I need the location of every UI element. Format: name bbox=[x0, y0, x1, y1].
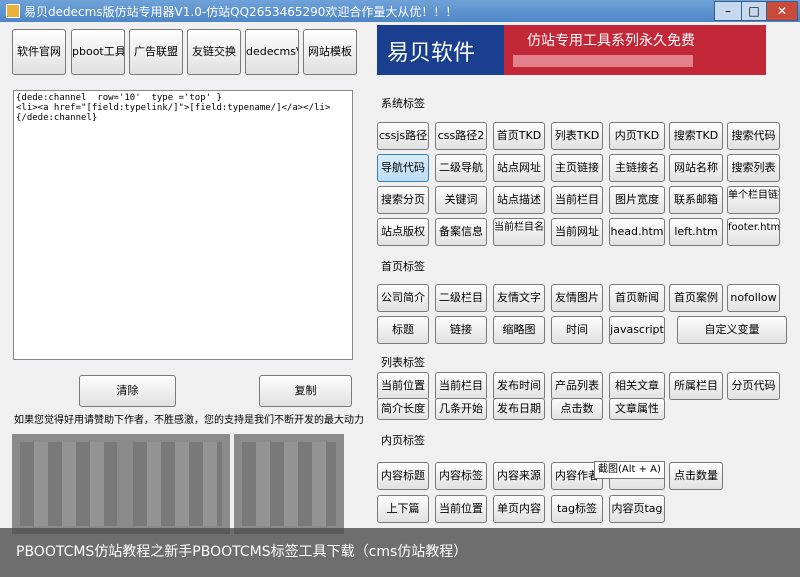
close-button[interactable]: ✕ bbox=[766, 1, 798, 21]
tag-button[interactable]: 搜索TKD bbox=[669, 122, 723, 150]
qr-code-image bbox=[125, 434, 230, 534]
tag-button[interactable]: 二级栏目 bbox=[435, 284, 487, 312]
site-template-button[interactable]: 网站模板 bbox=[303, 29, 357, 75]
tag-button[interactable]: 列表TKD bbox=[551, 122, 603, 150]
qr-code-image bbox=[234, 434, 344, 534]
tag-button[interactable]: 导航代码 bbox=[377, 154, 429, 182]
tag-button[interactable]: 内容标题 bbox=[377, 462, 429, 490]
tag-button[interactable]: nofollow bbox=[727, 284, 780, 312]
tag-button[interactable]: 搜索分页 bbox=[377, 186, 429, 214]
screenshot-tooltip: 截图(Alt + A) bbox=[594, 461, 665, 479]
tag-button[interactable]: 当前栏目名 bbox=[493, 218, 545, 246]
tag-button[interactable]: footer.htm bbox=[727, 218, 780, 246]
tag-button[interactable]: 公司简介 bbox=[377, 284, 429, 312]
tag-button[interactable]: 首页TKD bbox=[493, 122, 545, 150]
tag-button[interactable]: 点击数 bbox=[551, 398, 603, 420]
tag-button[interactable]: tag标签 bbox=[551, 495, 603, 523]
qr-code-image bbox=[12, 434, 125, 534]
ad-alliance-button[interactable]: 广告联盟 bbox=[129, 29, 183, 75]
tag-button[interactable]: 内容标签 bbox=[435, 462, 487, 490]
tag-button[interactable]: 缩略图 bbox=[493, 316, 545, 344]
tag-button[interactable]: 时间 bbox=[551, 316, 603, 344]
tag-button[interactable]: 当前位置 bbox=[377, 372, 429, 400]
tag-button[interactable]: 内容来源 bbox=[493, 462, 545, 490]
tag-button[interactable]: 简介长度 bbox=[377, 398, 429, 420]
custom-variable-button[interactable]: 自定义变量 bbox=[677, 316, 787, 344]
tag-button[interactable]: 网站名称 bbox=[669, 154, 723, 182]
dedecms-v6-button[interactable]: dedecmsV6 bbox=[245, 29, 299, 75]
tag-button[interactable]: cssjs路径 bbox=[377, 122, 429, 150]
section-label-system: 系统标签 bbox=[381, 97, 425, 110]
tag-button[interactable]: head.htm bbox=[609, 218, 665, 246]
tag-button[interactable]: 站点版权 bbox=[377, 218, 429, 246]
banner: 易贝软件 仿站专用工具系列永久免费 bbox=[377, 25, 766, 75]
window-title: 易贝dedecms版仿站专用器V1.0-仿站QQ2653465290欢迎合作量大… bbox=[24, 5, 458, 19]
official-site-button[interactable]: 软件官网 bbox=[12, 29, 66, 75]
tag-button[interactable]: 主链接名 bbox=[609, 154, 665, 182]
tag-button[interactable]: 链接 bbox=[435, 316, 487, 344]
banner-blurred-text bbox=[513, 55, 693, 67]
tag-button[interactable]: javascript bbox=[609, 316, 665, 344]
title-bar: 易贝dedecms版仿站专用器V1.0-仿站QQ2653465290欢迎合作量大… bbox=[0, 0, 800, 22]
code-output-textarea[interactable]: {dede:channel row='10' type ='top' } <li… bbox=[13, 90, 353, 360]
caption-overlay: PBOOTCMS仿站教程之新手PBOOTCMS标签工具下载（cms仿站教程） bbox=[0, 528, 800, 577]
tag-button[interactable]: 首页新闻 bbox=[609, 284, 665, 312]
section-label-home: 首页标签 bbox=[381, 260, 425, 273]
tag-button[interactable]: 二级导航 bbox=[435, 154, 487, 182]
tag-button[interactable]: 站点描述 bbox=[493, 186, 545, 214]
tag-button[interactable]: 文章属性 bbox=[609, 398, 665, 420]
tag-button[interactable]: 发布时间 bbox=[493, 372, 545, 400]
tag-button[interactable]: 友情图片 bbox=[551, 284, 603, 312]
tag-button[interactable]: 点击数量 bbox=[669, 462, 723, 490]
tag-button[interactable]: 友情文字 bbox=[493, 284, 545, 312]
tag-button[interactable]: 当前位置 bbox=[435, 495, 487, 523]
tag-button[interactable]: 几条开始 bbox=[435, 398, 487, 420]
tag-button[interactable]: 相关文章 bbox=[609, 372, 665, 400]
tag-button[interactable]: 上下篇 bbox=[377, 495, 429, 523]
tag-button[interactable]: left.htm bbox=[669, 218, 723, 246]
tag-button[interactable]: 当前网址 bbox=[551, 218, 603, 246]
app-icon bbox=[6, 4, 20, 18]
tag-button[interactable]: 发布日期 bbox=[493, 398, 545, 420]
tag-button[interactable]: 主页链接 bbox=[551, 154, 603, 182]
tag-button[interactable]: 内容页tag bbox=[609, 495, 665, 523]
minimize-button[interactable]: – bbox=[714, 1, 742, 21]
tag-button[interactable]: 单个栏目链接替换 bbox=[727, 186, 780, 214]
tag-button[interactable]: 产品列表 bbox=[551, 372, 603, 400]
maximize-button[interactable]: □ bbox=[741, 1, 767, 21]
banner-slogan: 仿站专用工具系列永久免费 bbox=[527, 33, 695, 49]
main-window: 软件官网 pboot工具 广告联盟 友链交换 dedecmsV6 网站模板 易贝… bbox=[0, 22, 800, 577]
tag-button[interactable]: 当前栏目 bbox=[551, 186, 603, 214]
section-label-list: 列表标签 bbox=[381, 356, 425, 369]
tag-button[interactable]: 标题 bbox=[377, 316, 429, 344]
tag-button[interactable]: 备案信息 bbox=[435, 218, 487, 246]
pboot-tool-button[interactable]: pboot工具 bbox=[71, 29, 125, 75]
tag-button[interactable]: 首页案例 bbox=[669, 284, 723, 312]
tag-button[interactable]: 当前栏目 bbox=[435, 372, 487, 400]
tag-button[interactable]: 搜索列表 bbox=[727, 154, 780, 182]
brand-logo: 易贝软件 bbox=[387, 41, 476, 66]
tag-button[interactable]: 站点网址 bbox=[493, 154, 545, 182]
link-exchange-button[interactable]: 友链交换 bbox=[187, 29, 241, 75]
sponsor-message: 如果您觉得好用请赞助下作者，不胜感激，您的支持是我们不断开发的最大动力 bbox=[14, 415, 364, 426]
tag-button[interactable]: css路径2 bbox=[435, 122, 487, 150]
tag-button[interactable]: 内页TKD bbox=[609, 122, 665, 150]
tag-button[interactable]: 分页代码 bbox=[727, 372, 780, 400]
tag-button[interactable]: 所属栏目 bbox=[669, 372, 723, 400]
tag-button[interactable]: 关键词 bbox=[435, 186, 487, 214]
section-label-content: 内页标签 bbox=[381, 434, 425, 447]
tag-button[interactable]: 联系邮箱 bbox=[669, 186, 723, 214]
tag-button[interactable]: 单页内容 bbox=[493, 495, 545, 523]
tag-button[interactable]: 搜索代码 bbox=[727, 122, 780, 150]
clear-button[interactable]: 清除 bbox=[79, 375, 176, 407]
copy-button[interactable]: 复制 bbox=[259, 375, 352, 407]
tag-button[interactable]: 图片宽度 bbox=[609, 186, 665, 214]
